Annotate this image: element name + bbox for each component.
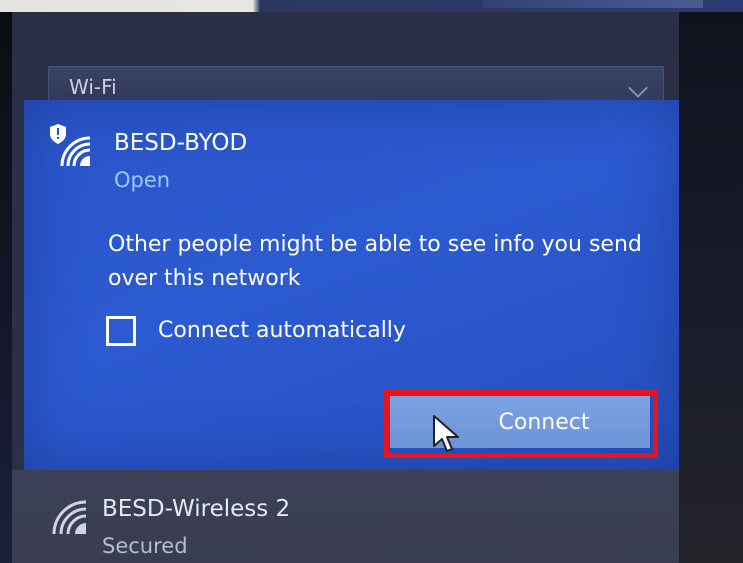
desktop-top-strip [0,0,743,12]
network-name: BESD-BYOD [114,130,248,156]
network-name: BESD-Wireless 2 [102,496,291,522]
chevron-down-icon[interactable] [628,78,648,98]
network-status: Open [114,168,171,192]
security-warning-text: Other people might be able to see info y… [108,232,642,291]
screen-bezel-right [679,12,743,563]
screen-photo: Wi-Fi BESD-BYOD Open Other people might … [0,0,743,563]
system-tray [483,0,703,8]
mouse-cursor-icon [432,414,462,454]
wifi-shield-icon [46,122,91,170]
connect-highlight-annotation [384,390,658,458]
connect-automatically-checkbox[interactable] [106,316,136,346]
wifi-icon [46,492,87,536]
connect-automatically-label: Connect automatically [158,318,406,343]
network-status: Secured [102,534,188,558]
connect-automatically-row[interactable]: Connect automatically [106,312,526,352]
screen-bezel-left [0,12,12,563]
network-item[interactable]: BESD-Wireless 2 Secured [12,470,679,563]
wifi-section-label: Wi-Fi [69,75,117,99]
